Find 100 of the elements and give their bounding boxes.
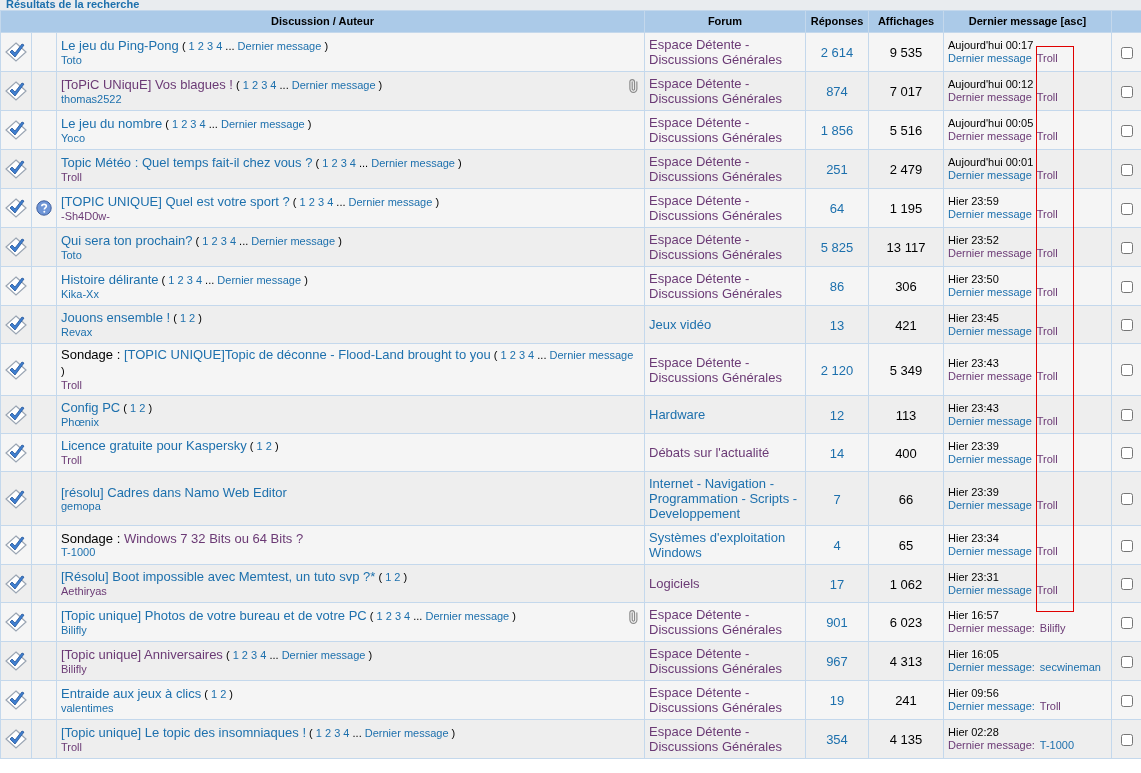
page-link[interactable]: 1 bbox=[179, 312, 187, 324]
replies-link[interactable]: 17 bbox=[829, 576, 845, 592]
last-page-link[interactable]: Dernier message bbox=[371, 156, 455, 169]
page-link[interactable]: 1 bbox=[376, 609, 383, 622]
page-link[interactable]: 1 bbox=[242, 78, 249, 91]
topic-link[interactable]: Le jeu du nombre bbox=[61, 115, 163, 131]
last-post-author[interactable]: Troll bbox=[1036, 498, 1058, 511]
last-post-link[interactable]: Dernier message bbox=[948, 545, 1032, 557]
select-checkbox[interactable] bbox=[1120, 85, 1133, 98]
last-post-link[interactable]: Dernier message bbox=[948, 452, 1032, 465]
replies-link[interactable]: 2 120 bbox=[820, 362, 854, 378]
page-link[interactable]: 4 bbox=[229, 234, 236, 247]
page-link[interactable]: 1 bbox=[168, 273, 175, 286]
topic-link[interactable]: [TOPIC UNIQUE]Topic de déconne - Flood-Land brought to you bbox=[123, 347, 491, 362]
replies-link[interactable]: 64 bbox=[829, 201, 845, 216]
last-post-link[interactable]: Dernier message bbox=[948, 208, 1032, 220]
last-post-author[interactable]: Troll bbox=[1036, 452, 1058, 465]
last-page-link[interactable]: Dernier message bbox=[220, 117, 305, 130]
page-link[interactable]: 2 bbox=[265, 440, 272, 452]
last-page-link[interactable]: Dernier message bbox=[237, 39, 322, 52]
page-link[interactable]: 4 bbox=[195, 273, 203, 286]
last-post-author[interactable]: Troll bbox=[1039, 700, 1061, 712]
last-post-link[interactable]: Dernier message bbox=[948, 130, 1032, 142]
author-link[interactable]: Troll bbox=[61, 379, 640, 392]
page-link[interactable]: 4 bbox=[404, 609, 411, 622]
last-post-author[interactable]: Troll bbox=[1036, 286, 1058, 298]
replies-link[interactable]: 874 bbox=[826, 84, 848, 99]
last-post-author[interactable]: secwineman bbox=[1039, 661, 1101, 673]
last-post-link[interactable]: Dernier message bbox=[948, 91, 1032, 103]
replies-link[interactable]: 354 bbox=[826, 732, 848, 747]
page-link[interactable]: 2 bbox=[181, 117, 188, 130]
column-header[interactable]: Réponses bbox=[805, 10, 869, 33]
author-link[interactable]: Aethiryas bbox=[61, 585, 408, 598]
select-checkbox[interactable] bbox=[1120, 124, 1133, 137]
page-link[interactable]: 1 bbox=[299, 195, 306, 208]
topic-link[interactable]: [Topic unique] Le topic des insomniaques ! bbox=[61, 724, 306, 740]
last-post-author[interactable]: Troll bbox=[1036, 169, 1058, 181]
topic-link[interactable]: Jouons ensemble ! bbox=[61, 310, 171, 325]
select-checkbox[interactable] bbox=[1120, 733, 1133, 746]
author-link[interactable]: Toto bbox=[61, 248, 342, 262]
page-link[interactable]: 2 bbox=[308, 195, 315, 208]
author-link[interactable]: Troll bbox=[61, 740, 456, 754]
author-link[interactable]: Bilifly bbox=[61, 662, 373, 676]
author-link[interactable]: Toto bbox=[61, 53, 329, 67]
page-link[interactable]: 4 bbox=[349, 156, 356, 169]
last-page-link[interactable]: Dernier message bbox=[291, 78, 376, 91]
topic-link[interactable]: Le jeu du Ping-Pong bbox=[61, 37, 179, 53]
page-link[interactable]: 4 bbox=[216, 39, 223, 52]
author-link[interactable]: Phœnix bbox=[61, 416, 153, 429]
last-page-link[interactable]: Dernier message bbox=[425, 609, 510, 622]
page-link[interactable]: 3 bbox=[190, 117, 197, 130]
page-link[interactable]: 4 bbox=[199, 117, 206, 130]
topic-link[interactable]: Qui sera ton prochain? bbox=[61, 232, 193, 248]
topic-link[interactable]: Licence gratuite pour Kaspersky bbox=[61, 438, 247, 453]
column-header[interactable]: Discussion / Auteur bbox=[0, 10, 645, 33]
page-link[interactable]: 2 bbox=[251, 78, 259, 91]
topic-link[interactable]: Entraide aux jeux à clics bbox=[61, 685, 202, 701]
replies-link[interactable]: 19 bbox=[829, 693, 845, 708]
replies-link[interactable]: 14 bbox=[829, 445, 845, 461]
last-post-author[interactable]: Troll bbox=[1036, 324, 1058, 337]
topic-link[interactable]: Histoire délirante bbox=[61, 271, 159, 287]
last-post-author[interactable]: Troll bbox=[1036, 208, 1058, 220]
replies-link[interactable]: 12 bbox=[829, 407, 845, 423]
select-checkbox[interactable] bbox=[1120, 655, 1133, 668]
last-post-author[interactable]: Troll bbox=[1036, 545, 1058, 557]
page-link[interactable]: 3 bbox=[340, 156, 347, 169]
page-link[interactable]: 3 bbox=[394, 609, 401, 622]
page-link[interactable]: 3 bbox=[261, 78, 268, 91]
last-post-link[interactable]: Dernier message: bbox=[948, 739, 1035, 751]
author-link[interactable]: Yoco bbox=[61, 131, 312, 145]
last-page-link[interactable]: Dernier message bbox=[281, 648, 366, 661]
last-post-link[interactable]: Dernier message bbox=[948, 583, 1032, 596]
page-link[interactable]: 1 bbox=[232, 648, 239, 661]
topic-link[interactable]: [Résolu] Boot impossible avec Memtest, un tuto svp ?* bbox=[61, 569, 376, 584]
select-checkbox[interactable] bbox=[1120, 241, 1133, 254]
page-link[interactable]: 2 bbox=[241, 648, 248, 661]
topic-link[interactable]: Topic Météo : Quel temps fait-il chez vous ? bbox=[61, 154, 313, 170]
page-link[interactable]: 1 bbox=[315, 726, 322, 739]
page-link[interactable]: 1 bbox=[256, 440, 263, 452]
page-link[interactable]: 4 bbox=[260, 648, 267, 661]
page-link[interactable]: 4 bbox=[343, 726, 350, 739]
topic-link[interactable]: [Topic unique] Anniversaires bbox=[61, 646, 223, 662]
author-link[interactable]: -Sh4D0w- bbox=[61, 209, 440, 223]
page-link[interactable]: 1 bbox=[322, 156, 329, 169]
page-link[interactable]: 2 bbox=[189, 312, 196, 324]
author-link[interactable]: Kika-Xx bbox=[61, 287, 308, 301]
author-link[interactable]: Revax bbox=[61, 326, 202, 339]
page-link[interactable]: 1 bbox=[211, 687, 218, 700]
last-post-link[interactable]: Dernier message bbox=[948, 498, 1032, 511]
last-post-link[interactable]: Dernier message bbox=[948, 286, 1032, 298]
page-link[interactable]: 1 bbox=[202, 234, 209, 247]
select-checkbox[interactable] bbox=[1120, 493, 1133, 506]
select-checkbox[interactable] bbox=[1120, 409, 1133, 422]
author-link[interactable]: gemopa bbox=[61, 499, 287, 513]
page-link[interactable]: 2 bbox=[509, 349, 516, 361]
topic-link[interactable]: Windows 7 32 Bits ou 64 Bits ? bbox=[123, 531, 304, 546]
page-link[interactable]: 4 bbox=[528, 349, 535, 361]
page-link[interactable]: 2 bbox=[211, 234, 218, 247]
author-link[interactable]: Troll bbox=[61, 454, 279, 467]
author-link[interactable]: T-1000 bbox=[61, 546, 304, 559]
